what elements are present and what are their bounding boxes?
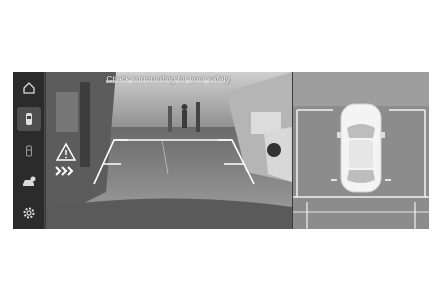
warning-icon: [56, 142, 76, 161]
car-top-icon: [337, 103, 385, 193]
camera-front-button[interactable]: [17, 139, 41, 163]
settings-button[interactable]: [17, 201, 41, 225]
surround-top-view: [293, 72, 429, 229]
camera-front-icon: [25, 145, 32, 156]
home-button[interactable]: [17, 76, 41, 100]
rear-camera-view: Check surrounding for your safety.: [46, 72, 292, 229]
car-view-button[interactable]: [17, 170, 41, 194]
car-view-icon: [22, 176, 35, 186]
gear-icon: [23, 207, 34, 219]
top-view-scene: [293, 72, 429, 229]
sidebar: [13, 72, 45, 229]
camera-scene: [46, 72, 292, 229]
parking-view-button[interactable]: [16, 107, 41, 132]
home-icon: [22, 82, 35, 94]
parking-view-icon: [25, 113, 32, 126]
safety-message: Check surrounding for your safety.: [106, 75, 232, 84]
parking-camera-screen: Check surrounding for your safety.: [13, 72, 429, 229]
chevron-right-icon: [55, 166, 74, 176]
